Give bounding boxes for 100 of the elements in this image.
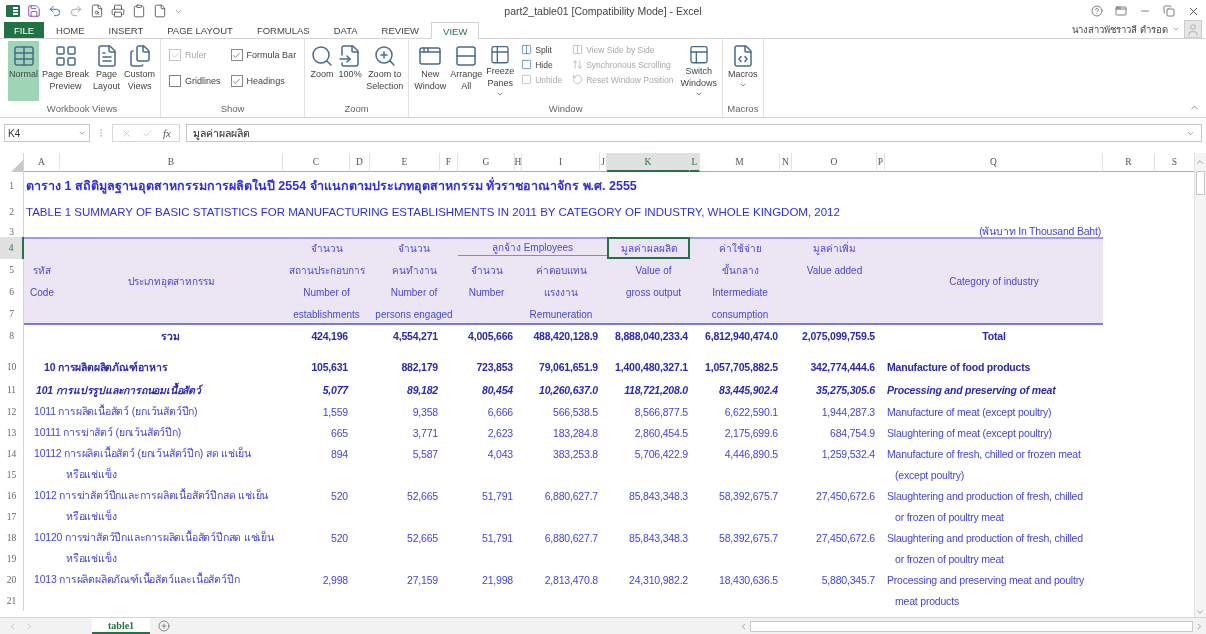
table-cell-text: 520 <box>330 531 349 544</box>
column-header[interactable]: D <box>350 153 370 172</box>
table-cell-text: 118,721,208.0 <box>623 384 689 396</box>
table-cell-text: 10120 การฆ่าสัตว์ปีกและการผลิตเนื้อสัตว์ปีกสด แช่เย็น <box>33 529 275 545</box>
column-header[interactable]: C <box>283 153 350 172</box>
table-cell-text: 882,179 <box>400 361 439 373</box>
table-cell-text: 4,446,890.5 <box>723 447 779 460</box>
table-cell-text: Total <box>981 330 1007 342</box>
column-header[interactable]: R <box>1103 153 1155 172</box>
ribbon-options-icon[interactable] <box>1115 5 1127 17</box>
ribbon-button[interactable]: Freeze Panes <box>485 41 516 101</box>
scroll-up-icon[interactable] <box>1195 157 1205 167</box>
column-header[interactable]: M <box>700 153 780 172</box>
ribbon-button[interactable]: Arrange All <box>449 41 484 101</box>
vertical-scrollbar[interactable] <box>1194 153 1206 617</box>
table-cell-text: Slaughtering and production of fresh, chilled <box>886 489 1084 502</box>
check-icon <box>170 50 180 60</box>
selected-cell[interactable]: มูลค่าผลผลิต <box>607 237 690 259</box>
table-cell-text: 1013 การผลิตผลิตภัณฑ์เนื้อสัตว์และเนื้อสัตว์ปีก <box>33 571 241 587</box>
header-cell-text: จำนวน <box>309 241 344 256</box>
undo-icon[interactable] <box>48 4 62 18</box>
table-cell-text: Manufacture of meat (except poultry) <box>886 405 1053 418</box>
new-file-icon[interactable] <box>153 4 167 18</box>
save-icon[interactable] <box>27 4 41 18</box>
user-name[interactable]: นางสาวพัชราวลี ดำรอด <box>1072 21 1168 37</box>
table-cell-text: 79,061,651.9 <box>538 361 599 373</box>
table-cell-text: 2,175,699.6 <box>723 426 779 439</box>
column-header[interactable]: N <box>780 153 792 172</box>
column-header[interactable]: K <box>607 153 690 172</box>
ribbon-tab[interactable]: VIEW <box>431 22 480 39</box>
check-icon <box>232 50 242 60</box>
ribbon-button[interactable]: New Window <box>413 41 448 101</box>
table-cell-text: 80,454 <box>481 384 514 396</box>
help-icon[interactable] <box>1091 5 1103 17</box>
header-cell-text: consumption <box>710 308 770 320</box>
table-cell-text: 27,450,672.6 <box>815 531 876 544</box>
table-cell-text: 566,538.5 <box>552 405 599 418</box>
table-cell-text: 10 การผลิตผลิตภัณฑ์อาหาร <box>43 359 169 375</box>
redo-icon[interactable] <box>69 4 83 18</box>
checkbox[interactable]: Formula Bar <box>230 44 297 66</box>
insert-function-button[interactable]: fx <box>163 127 171 139</box>
sheet-tab[interactable]: table1 <box>92 618 151 634</box>
scroll-left-icon[interactable] <box>739 621 748 631</box>
column-header[interactable]: Q <box>885 153 1103 172</box>
ribbon-button[interactable]: Normal <box>8 41 39 101</box>
print-icon[interactable] <box>111 4 125 18</box>
ribbon-button[interactable]: Hide <box>521 59 563 70</box>
restore-icon[interactable] <box>1163 5 1175 17</box>
column-header[interactable]: B <box>60 153 283 172</box>
ribbon-button[interactable]: Custom Views <box>123 41 157 101</box>
column-header[interactable]: O <box>792 153 877 172</box>
table-title: TABLE 1 SUMMARY OF BASIC STATISTICS FOR MANUFACTURING ESTABLISHMENTS IN 2011 BY CATEGORY OF INDUSTRY, WHOLE KINGDOM, 2012 <box>25 205 841 218</box>
row-number[interactable]: 4 <box>0 237 24 259</box>
clipboard-icon[interactable] <box>132 4 146 18</box>
ribbon-button[interactable]: 100% <box>337 41 364 101</box>
header-cell-text: Number of <box>389 286 439 298</box>
cancel-icon[interactable] <box>121 127 132 139</box>
table-cell-text: 21,998 <box>481 573 514 586</box>
checkbox[interactable]: Gridlines <box>169 70 221 92</box>
table-cell-text: meat products <box>894 594 960 607</box>
scroll-down-icon[interactable] <box>1195 607 1205 617</box>
table-cell-text: 488,420,128.9 <box>532 330 599 342</box>
table-cell-text: 5,706,422.9 <box>633 447 689 460</box>
column-header[interactable]: E <box>370 153 440 172</box>
table-cell-text: 3,771 <box>411 426 439 439</box>
table-cell-text: 520 <box>330 489 349 502</box>
table-cell-text: 83,445,902.4 <box>718 384 779 396</box>
scroll-thumb[interactable] <box>1196 171 1205 195</box>
next-sheet-icon[interactable] <box>25 621 34 631</box>
ribbon-button[interactable]: Zoom to Selection <box>365 41 405 101</box>
spreadsheet-app-icon[interactable] <box>6 4 20 18</box>
column-header[interactable]: G <box>458 153 515 172</box>
group-label: Zoom <box>343 103 370 116</box>
ribbon-button[interactable]: Split <box>521 44 563 55</box>
formula-field[interactable]: มูลค่าผลผลิต <box>185 124 1202 142</box>
column-header[interactable]: I <box>522 153 600 172</box>
ribbon-button[interactable]: Macros <box>727 41 759 101</box>
table-cell-text: 2,623 <box>486 426 514 439</box>
caret-icon[interactable] <box>1172 25 1180 33</box>
scroll-right-icon[interactable] <box>1195 621 1204 631</box>
ribbon-button[interactable]: Page Layout <box>92 41 122 101</box>
table-cell-text: 6,622,590.1 <box>723 405 779 418</box>
column-header[interactable]: A <box>24 153 60 172</box>
checkbox[interactable]: Headings <box>230 70 297 92</box>
previous-sheet-icon[interactable] <box>8 621 17 631</box>
table-cell-text: 2,998 <box>321 573 349 586</box>
ribbon-button[interactable]: Page Break Preview <box>41 41 91 101</box>
header-cell-text: Remuneration <box>528 308 594 320</box>
table-cell-text: 6,666 <box>486 405 514 418</box>
column-header[interactable]: F <box>440 153 458 172</box>
table-cell-text: 1011 การผลิตเนื้อสัตว์ (ยกเว้นสัตว์ปีก) <box>33 403 199 419</box>
name-box[interactable]: K4 <box>4 124 90 142</box>
print-preview-icon[interactable] <box>90 4 104 18</box>
ribbon-tab[interactable]: FILE <box>4 22 45 38</box>
enter-icon[interactable] <box>142 127 153 139</box>
ribbon-button[interactable]: Switch Windows <box>679 41 719 101</box>
new-window-icon <box>418 44 443 68</box>
ribbon-button[interactable]: Zoom <box>309 41 336 101</box>
add-sheet-icon[interactable] <box>158 620 171 632</box>
row-number[interactable]: 1 <box>0 172 24 200</box>
